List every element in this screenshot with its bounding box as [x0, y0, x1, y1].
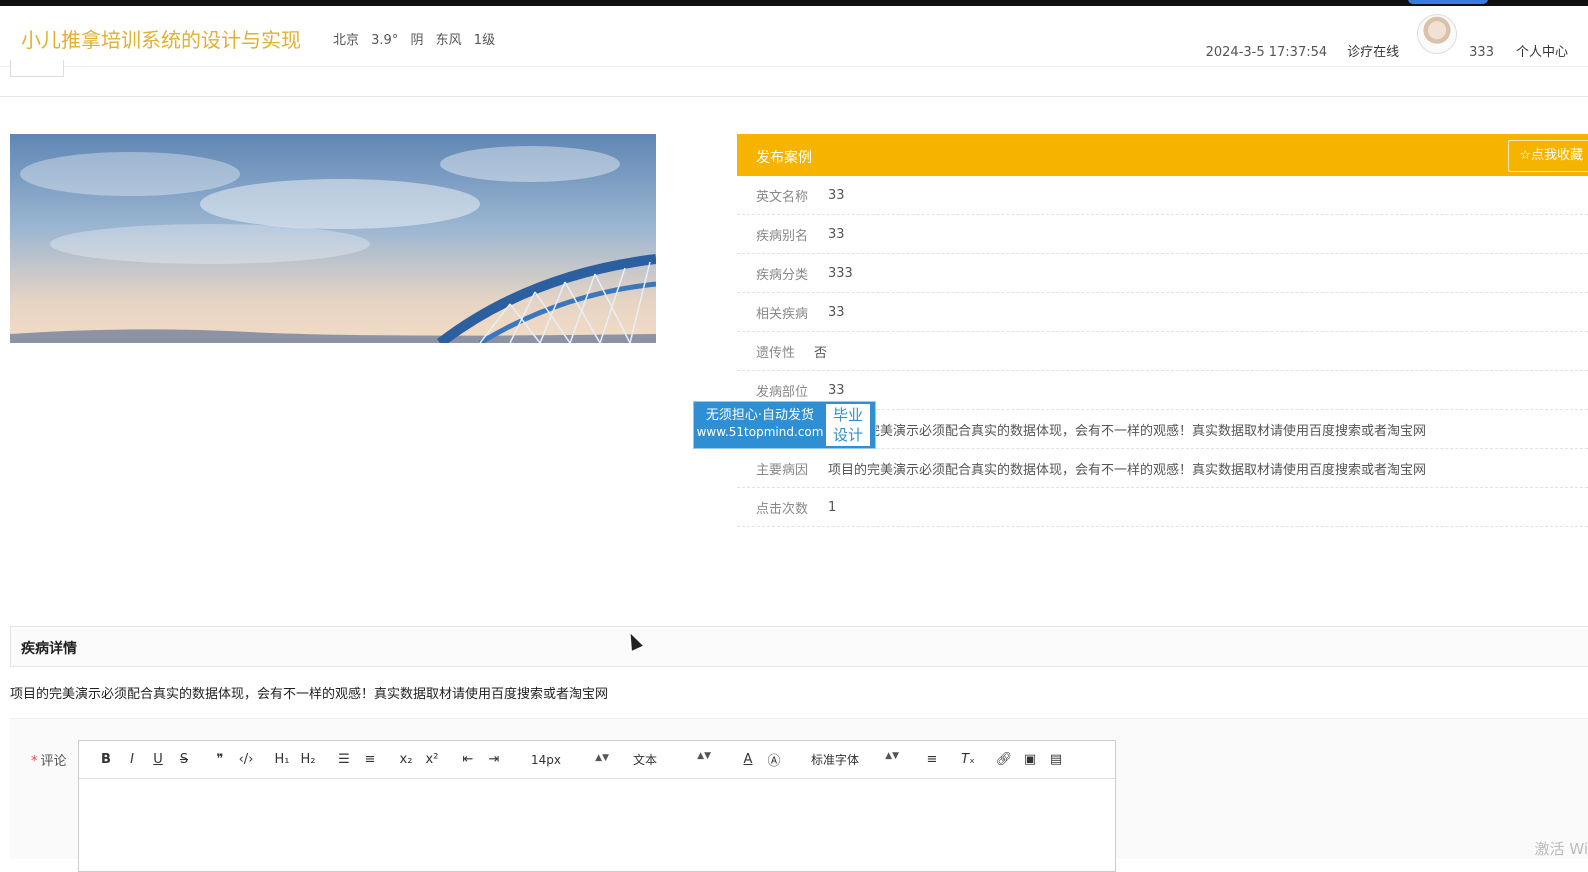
watermark-badge-line1: 毕业 — [832, 406, 863, 424]
field-value: 333 — [828, 265, 853, 281]
watermark-text: 无须担心·自动发货 www.51topmind.com — [694, 402, 826, 448]
weather-wind: 东风 — [435, 33, 462, 48]
text-type-value: 文本 — [633, 753, 658, 767]
superscript-icon[interactable]: x² — [419, 752, 445, 767]
font-family-select[interactable]: 标准字体 ▲▼ — [811, 751, 899, 768]
field-label: 主要病因 — [756, 462, 809, 478]
outdent-icon[interactable]: ⇤ — [455, 752, 481, 767]
nav-link-consult[interactable]: 诊疗在线 — [1347, 41, 1399, 66]
required-mark: * — [31, 754, 38, 769]
chevron-updown-icon: ▲▼ — [885, 751, 899, 761]
ordered-list-icon[interactable]: ☰ — [331, 752, 357, 767]
comment-label: * 评论 — [31, 750, 67, 769]
divider — [0, 96, 1588, 97]
heading2-icon[interactable]: H₂ — [295, 752, 321, 767]
disease-image — [10, 134, 656, 343]
username[interactable]: 333 — [1469, 45, 1494, 66]
underline-icon[interactable]: U — [145, 752, 171, 767]
field-value: 33 — [828, 304, 845, 320]
section-title: 疾病详情 — [21, 641, 77, 657]
field-value: 33 — [828, 382, 845, 398]
field-value: 项目的完美演示必须配合真实的数据体现，会有不一样的观感！真实数据取材请使用百度搜… — [828, 423, 1427, 439]
watermark-badge: 无须担心·自动发货 www.51topmind.com 毕业 设计 — [693, 401, 876, 449]
field-label: 英文名称 — [756, 189, 809, 205]
heading1-icon[interactable]: H₁ — [269, 752, 295, 767]
link-icon[interactable]: 🔗︎ — [991, 752, 1017, 767]
site-header: 小儿推拿培训系统的设计与实现 北京 3.9° 阴 东风 1级 2024-3-5 … — [0, 6, 1588, 67]
chevron-updown-icon: ▲▼ — [697, 751, 711, 761]
site-title[interactable]: 小儿推拿培训系统的设计与实现 — [21, 24, 301, 53]
font-size-value: 14px — [531, 752, 561, 767]
background-color-icon[interactable]: Ⓐ — [761, 750, 787, 769]
avatar[interactable] — [1417, 14, 1458, 54]
editor-toolbar: B I U S ❞ ‹/› H₁ H₂ ☰ ≡ x₂ x² ⇤ ⇥ 14px ▲▼… — [79, 741, 1115, 779]
field-row: 主要病因 项目的完美演示必须配合真实的数据体现，会有不一样的观感！真实数据取材请使… — [737, 449, 1588, 488]
detail-header-title: 发布案例 — [756, 150, 812, 166]
code-block-icon[interactable]: ‹/› — [233, 752, 259, 767]
sky-bridge-photo — [10, 134, 656, 343]
weather-temp: 3.9° — [371, 33, 399, 48]
field-label: 点击次数 — [756, 501, 809, 517]
field-row: 遗传性否 — [737, 332, 1588, 371]
blockquote-icon[interactable]: ❞ — [207, 752, 233, 767]
comment-form: * 评论 B I U S ❞ ‹/› H₁ H₂ ☰ ≡ x₂ x² ⇤ ⇥ 14… — [10, 719, 1588, 872]
watermark-url: www.51topmind.com — [696, 425, 824, 439]
field-value: 33 — [828, 226, 845, 242]
disease-description: 项目的完美演示必须配合真实的数据体现，会有不一样的观感！真实数据取材请使用百度搜… — [10, 687, 609, 702]
weather-condition: 阴 — [410, 33, 424, 48]
field-value: 项目的完美演示必须配合真实的数据体现，会有不一样的观感！真实数据取材请使用百度搜… — [828, 462, 1427, 478]
header-right: 2024-3-5 17:37:54 诊疗在线 333 个人中心 — [1205, 14, 1568, 66]
menu-toggle-stub[interactable] — [10, 60, 64, 77]
field-row: 点击次数 1 — [737, 488, 1588, 527]
watermark-line1: 无须担心·自动发货 — [705, 408, 815, 423]
text-type-select[interactable]: 文本 ▲▼ — [633, 751, 711, 768]
comment-label-text: 评论 — [40, 754, 67, 769]
field-row: 相关疾病 33 — [737, 293, 1588, 332]
font-color-icon[interactable]: A — [735, 752, 761, 767]
field-value: 1 — [828, 499, 837, 515]
indent-icon[interactable]: ⇥ — [481, 752, 507, 767]
field-row: 疾病别名 33 — [737, 215, 1588, 254]
subscript-icon[interactable]: x₂ — [393, 752, 419, 767]
video-icon[interactable]: ▤ — [1043, 752, 1069, 767]
favorite-button[interactable]: ☆点我收藏 — [1508, 140, 1588, 172]
weather-city: 北京 — [333, 33, 360, 48]
bold-icon[interactable]: B — [93, 752, 119, 767]
weather-level: 1级 — [473, 33, 496, 48]
rich-text-editor[interactable]: B I U S ❞ ‹/› H₁ H₂ ☰ ≡ x₂ x² ⇤ ⇥ 14px ▲▼… — [78, 740, 1116, 872]
strikethrough-icon[interactable]: S — [171, 752, 197, 767]
clear-format-icon[interactable]: Tₓ — [955, 752, 981, 767]
field-row: 英文名称 33 — [737, 176, 1588, 215]
field-label: 疾病别名 — [756, 228, 809, 244]
align-icon[interactable]: ≡ — [919, 752, 945, 767]
section-header: 疾病详情 — [10, 626, 1588, 667]
weather-widget: 北京 3.9° 阴 东风 1级 — [333, 29, 503, 48]
italic-icon[interactable]: I — [119, 752, 145, 767]
chevron-updown-icon: ▲▼ — [595, 752, 609, 763]
recording-pill — [1408, 0, 1488, 4]
current-datetime: 2024-3-5 17:37:54 — [1205, 45, 1328, 60]
field-label: 疾病分类 — [756, 267, 809, 283]
field-value: 33 — [828, 187, 845, 203]
watermark-badge-line2: 设计 — [832, 426, 863, 444]
detail-card: 发布案例 ☆点我收藏 英文名称 33 疾病别名 33 疾病分类 333 相关疾病 33 … — [737, 134, 1588, 527]
os-activation-text: 激活 Wi — [1534, 840, 1588, 858]
user-center-link[interactable]: 个人中心 — [1516, 41, 1568, 66]
bullet-list-icon[interactable]: ≡ — [357, 752, 383, 767]
watermark-label: 毕业 设计 — [826, 404, 870, 446]
field-row: 疾病分类 333 — [737, 254, 1588, 293]
field-label: 相关疾病 — [756, 306, 809, 322]
field-value: 否 — [814, 345, 828, 361]
font-size-select[interactable]: 14px ▲▼ — [531, 753, 609, 767]
image-icon[interactable]: ▣ — [1017, 752, 1043, 767]
detail-header: 发布案例 ☆点我收藏 — [737, 134, 1588, 176]
font-family-value: 标准字体 — [811, 753, 860, 767]
field-label: 发病部位 — [756, 384, 809, 400]
